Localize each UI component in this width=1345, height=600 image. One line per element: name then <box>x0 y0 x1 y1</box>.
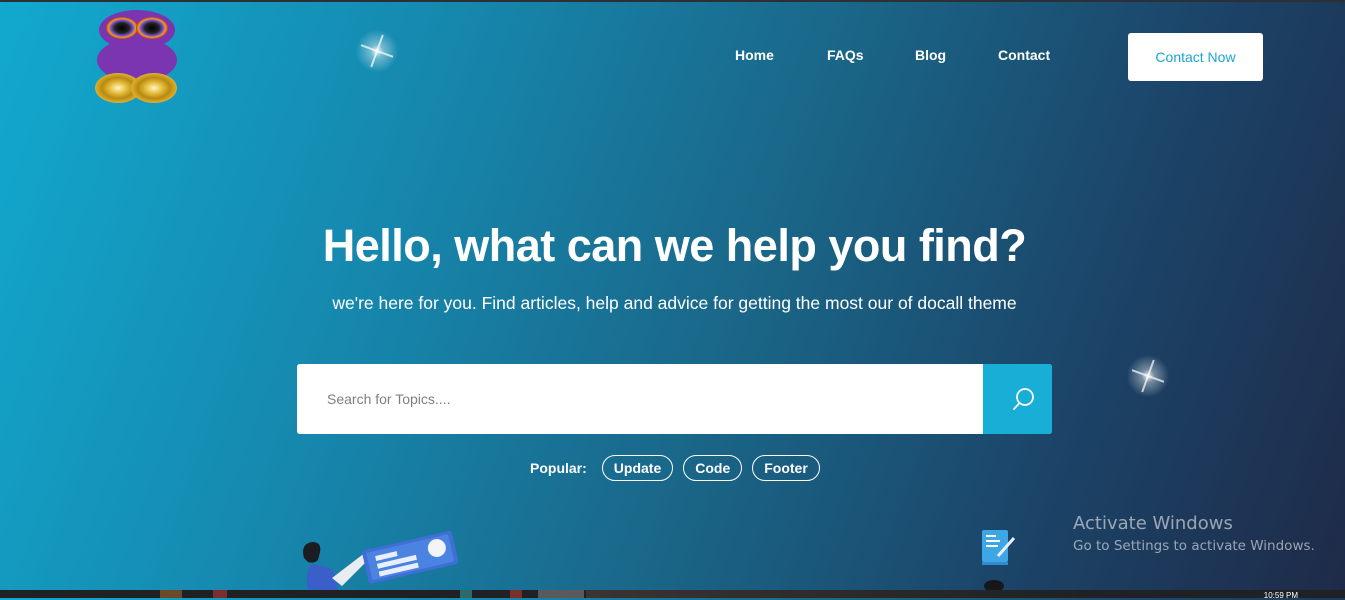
activate-windows-watermark: Activate Windows Go to Settings to activ… <box>1073 513 1315 554</box>
nav-faqs[interactable]: FAQs <box>827 47 864 63</box>
logo-icon <box>95 10 177 103</box>
site-logo[interactable] <box>94 8 180 104</box>
popular-label: Popular: <box>530 460 587 476</box>
popular-tags: Popular: Update Code Footer <box>530 455 830 481</box>
watermark-subtitle: Go to Settings to activate Windows. <box>1073 538 1315 554</box>
tag-update[interactable]: Update <box>601 455 674 481</box>
taskbar-app[interactable] <box>160 590 182 598</box>
search-icon <box>1013 388 1034 410</box>
watermark-title: Activate Windows <box>1073 513 1233 534</box>
contact-now-button[interactable]: Contact Now <box>1128 33 1263 81</box>
taskbar-app[interactable] <box>510 590 522 598</box>
nav-contact[interactable]: Contact <box>998 47 1050 63</box>
sparkle-decoration <box>352 26 402 76</box>
tag-footer[interactable]: Footer <box>752 455 820 481</box>
hero-subtitle: we're here for you. Find articles, help … <box>332 293 1017 313</box>
hero-title: Hello, what can we help you find? <box>322 220 1027 271</box>
windows-taskbar: 10:59 PM <box>0 590 1345 600</box>
search-bar <box>297 364 1052 434</box>
nav-blog[interactable]: Blog <box>915 47 946 63</box>
taskbar-app[interactable] <box>460 590 472 598</box>
taskbar-app-active[interactable] <box>538 590 584 598</box>
document-edit-illustration <box>976 526 1020 592</box>
browser-top-edge <box>0 0 1345 2</box>
taskbar-preview <box>586 590 1086 598</box>
taskbar-app[interactable] <box>213 590 227 598</box>
nav-home[interactable]: Home <box>735 47 774 63</box>
sparkle-decoration <box>1123 351 1173 401</box>
taskbar-clock[interactable]: 10:59 PM <box>1264 592 1298 600</box>
tag-code[interactable]: Code <box>683 455 743 481</box>
search-input[interactable] <box>297 364 983 434</box>
person-with-card-illustration <box>296 528 461 590</box>
search-button[interactable] <box>983 364 1052 434</box>
